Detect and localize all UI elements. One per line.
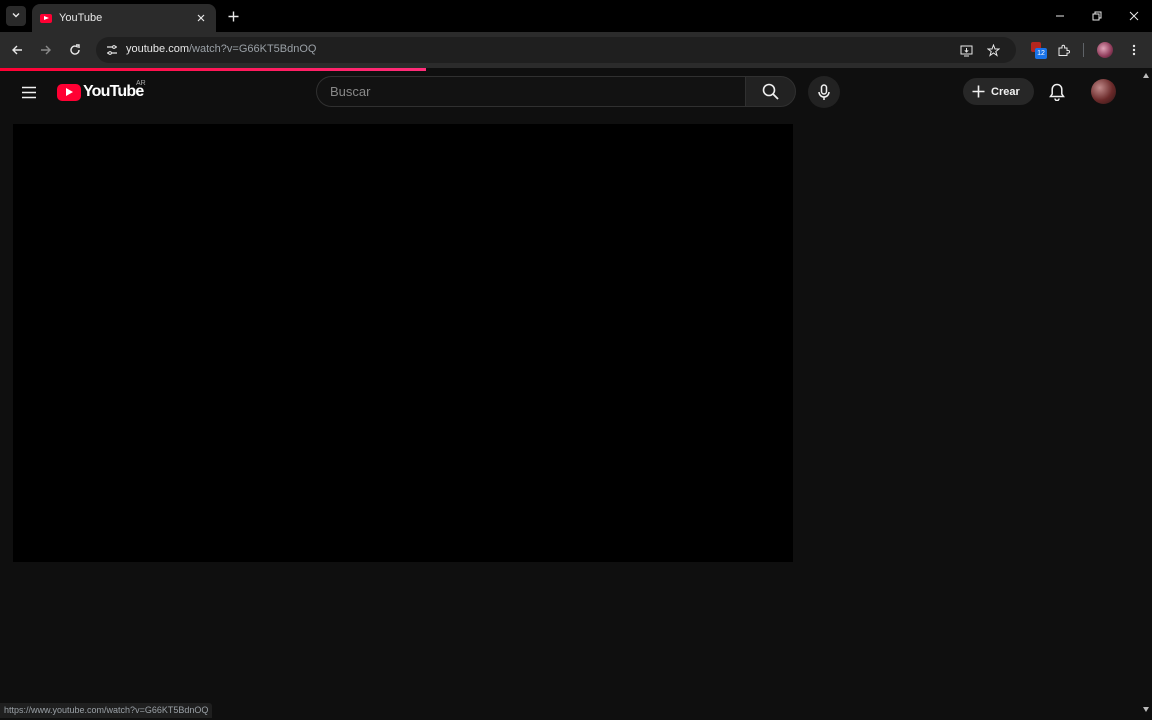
install-app-icon[interactable] [958,42,974,58]
browser-profile-avatar[interactable] [1097,42,1113,58]
search-icon [762,83,779,100]
notifications-button[interactable] [1046,81,1068,103]
status-bar-url: https://www.youtube.com/watch?v=G66KT5Bd… [0,703,213,718]
window-close-button[interactable] [1124,6,1144,26]
guide-menu-button[interactable] [18,81,40,103]
scroll-down-arrow-icon[interactable] [1143,707,1149,712]
window-close-icon [1129,11,1139,21]
youtube-logo[interactable]: YouTube AR [57,80,146,102]
url-path: /watch?v=G66KT5BdnOQ [188,43,317,55]
microphone-icon [818,83,830,100]
reload-icon [70,44,80,55]
chevron-down-icon [11,7,21,25]
plus-icon [972,85,985,98]
search-input[interactable] [317,77,745,106]
browser-toolbar: youtube.com/watch?v=G66KT5BdnOQ 12 [0,32,1152,68]
youtube-logo-text: YouTube [83,83,144,100]
create-button[interactable]: Crear [963,78,1034,105]
create-button-label: Crear [991,85,1020,98]
address-bar[interactable]: youtube.com/watch?v=G66KT5BdnOQ [96,37,1016,63]
kebab-menu-icon [1132,44,1136,56]
restore-icon [1092,11,1102,21]
url-host: youtube.com [126,43,189,55]
bookmark-star-icon[interactable] [985,42,1001,58]
window-minimize-button[interactable] [1050,6,1070,26]
back-button[interactable] [8,41,26,59]
voice-search-button[interactable] [808,76,840,108]
youtube-play-logo-icon [57,83,81,101]
country-code: AR [136,80,146,87]
search-box [316,76,745,107]
toolbar-separator [1083,43,1084,57]
extensions-button[interactable] [1054,41,1072,59]
video-player[interactable] [13,124,793,562]
url-text: youtube.com/watch?v=G66KT5BdnOQ [126,43,316,55]
search-button[interactable] [745,76,796,107]
site-info-icon[interactable] [104,42,120,58]
extensions-icon [1058,44,1070,56]
tab-search-button[interactable] [6,6,26,26]
tab-close-button[interactable] [194,11,208,25]
youtube-favicon-icon [40,13,52,23]
account-avatar[interactable] [1091,79,1116,104]
extension-badge-count: 12 [1035,48,1047,59]
minimize-icon [1056,15,1064,17]
plus-icon [228,11,238,21]
browser-tabstrip: YouTube [0,0,1152,32]
tab-title: YouTube [59,12,103,24]
hamburger-menu-icon [22,86,36,98]
scroll-up-arrow-icon[interactable] [1143,73,1149,78]
window-restore-button[interactable] [1087,6,1107,26]
reload-button[interactable] [66,41,84,59]
browser-tab-youtube[interactable]: YouTube [32,4,216,32]
youtube-masthead: YouTube AR Crear [0,71,1140,113]
extension-badge-button[interactable]: 12 [1030,40,1048,60]
new-tab-button[interactable] [224,7,242,25]
forward-button[interactable] [37,41,55,59]
page-scrollbar[interactable] [1140,71,1152,720]
bell-icon [1049,83,1065,101]
back-icon [12,45,22,55]
browser-menu-button[interactable] [1125,41,1143,59]
close-icon [197,14,205,22]
forward-icon [41,45,51,55]
